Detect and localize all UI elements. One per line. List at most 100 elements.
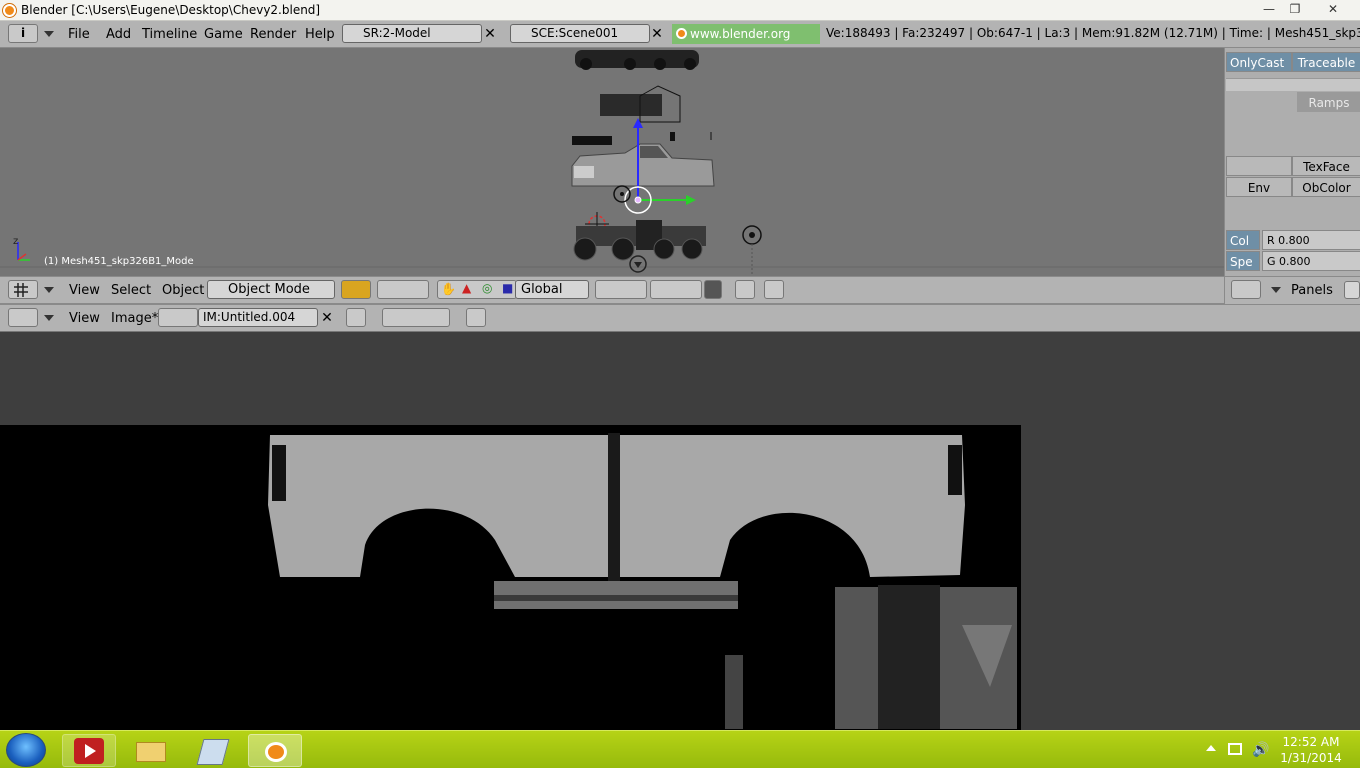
axis-indicator	[17, 242, 30, 261]
start-orb-icon[interactable]	[6, 733, 46, 767]
windows-taskbar: 🔊 12:52 AM 1/31/2014	[0, 730, 1360, 768]
lamp-object	[742, 225, 762, 276]
blender-logo-icon	[265, 742, 287, 762]
menu-file[interactable]: File	[68, 27, 90, 42]
notes-button[interactable]	[186, 734, 240, 767]
play-icon	[85, 744, 96, 758]
editor-type-image-icon[interactable]	[8, 308, 38, 327]
scale-icon[interactable]: ■	[502, 281, 513, 295]
explorer-button[interactable]	[124, 734, 178, 767]
info-icon[interactable]: i	[8, 24, 38, 43]
collapse-arrow-icon[interactable]	[44, 315, 54, 321]
manipulator-icons[interactable]: ✋ ▲ ◎ ■	[437, 280, 517, 299]
panels-menu[interactable]: Panels	[1291, 283, 1333, 298]
blender-site-link[interactable]: www.blender.org 249.2	[672, 24, 820, 61]
3d-viewport[interactable]: z (1) Mesh451_skp326B1_Mode	[0, 48, 1224, 276]
menu-view[interactable]: View	[69, 311, 100, 326]
chassis-part-bottom	[573, 220, 706, 261]
editor-type-icon[interactable]	[1231, 280, 1261, 299]
texture-content	[268, 433, 1017, 729]
green-slider[interactable]: G 0.800	[1262, 251, 1360, 271]
lock-icon[interactable]	[704, 280, 722, 299]
maximize-button[interactable]: ❐	[1282, 1, 1308, 17]
pack-icon[interactable]	[346, 308, 366, 327]
uv-texture-image	[0, 425, 1021, 730]
axis-label: z	[13, 236, 19, 247]
menu-help[interactable]: Help	[305, 27, 335, 42]
menu-image[interactable]: Image*	[111, 311, 158, 326]
truck-body	[571, 143, 715, 187]
editor-type-grid-icon[interactable]	[8, 280, 38, 299]
scene-stats: Ve:188493 | Fa:232497 | Ob:647-1 | La:3 …	[826, 26, 1360, 40]
image-editor-view[interactable]	[0, 332, 1360, 730]
layer-buttons-right[interactable]	[650, 280, 702, 299]
rotate-icon[interactable]: ◎	[482, 281, 492, 295]
layer-buttons-left[interactable]	[595, 280, 647, 299]
empty-toggle[interactable]	[1226, 156, 1292, 176]
speaker-icon[interactable]: 🔊	[1252, 742, 1269, 758]
screen-delete-button[interactable]: ✕	[483, 25, 497, 44]
pivot-snap-icons[interactable]	[377, 280, 429, 299]
collapse-arrow-icon[interactable]	[1271, 287, 1281, 293]
collapse-arrow-icon[interactable]	[44, 287, 54, 293]
menu-game[interactable]: Game	[204, 27, 243, 42]
lock-icon[interactable]	[466, 308, 486, 327]
menu-object[interactable]: Object	[162, 283, 204, 298]
menu-select[interactable]: Select	[111, 283, 151, 298]
col-button[interactable]: Col	[1226, 230, 1260, 250]
draw-type-icon[interactable]	[341, 280, 371, 299]
bumper-part	[572, 136, 612, 145]
system-clock[interactable]: 12:52 AM 1/31/2014	[1276, 734, 1346, 766]
shading-icon[interactable]	[1344, 281, 1360, 299]
ramps-tab[interactable]: Ramps	[1297, 92, 1360, 112]
obcolor-toggle[interactable]: ObColor	[1292, 177, 1360, 197]
red-slider[interactable]: R 0.800	[1262, 230, 1360, 250]
image-name-field[interactable]: IM:Untitled.004	[198, 308, 318, 327]
menu-view[interactable]: View	[69, 283, 100, 298]
blender-logo-icon	[3, 4, 16, 17]
viewport-object-info: (1) Mesh451_skp326B1_Mode	[44, 256, 194, 267]
show-hidden-icons[interactable]	[1206, 745, 1216, 751]
viewport-scene	[0, 50, 1224, 276]
minimize-button[interactable]: —	[1256, 1, 1282, 17]
translate-icon[interactable]: ▲	[462, 281, 471, 295]
paint-tool-icons[interactable]	[382, 308, 450, 327]
media-player-button[interactable]	[62, 734, 116, 767]
buttons-panel: OnlyCast Traceable Ramps TexFace Env ObC…	[1224, 48, 1360, 276]
folder-icon	[136, 742, 166, 762]
render-icon[interactable]	[764, 280, 784, 299]
menu-add[interactable]: Add	[106, 27, 131, 42]
traceable-toggle[interactable]: Traceable	[1292, 52, 1360, 72]
collapse-arrow-icon[interactable]	[44, 31, 54, 37]
blender-taskbar-button[interactable]	[248, 734, 302, 767]
cab-part	[600, 85, 681, 123]
env-toggle[interactable]: Env	[1226, 177, 1292, 197]
document-icon	[196, 739, 230, 765]
clock-date: 1/31/2014	[1280, 751, 1342, 765]
orientation-selector[interactable]: Global	[515, 280, 589, 299]
window-title: Blender [C:\Users\Eugene\Desktop\Chevy2.…	[21, 3, 321, 17]
clock-time: 12:52 AM	[1282, 735, 1340, 749]
image-browse-icon[interactable]	[158, 308, 198, 327]
menu-render[interactable]: Render	[250, 27, 296, 42]
image-editor-header: View Image* IM:Untitled.004 ✕	[0, 304, 1360, 332]
network-icon[interactable]	[1228, 743, 1242, 755]
menu-timeline[interactable]: Timeline	[142, 27, 197, 42]
panel-divider	[1226, 78, 1360, 91]
buttons-header: Panels	[1224, 276, 1360, 304]
close-button[interactable]: ✕	[1320, 1, 1346, 17]
blender-logo-icon	[676, 28, 687, 39]
hand-icon[interactable]: ✋	[441, 282, 456, 296]
scene-delete-button[interactable]: ✕	[650, 25, 664, 44]
window-titlebar: Blender [C:\Users\Eugene\Desktop\Chevy2.…	[0, 0, 1360, 21]
screen-selector[interactable]: SR:2-Model	[342, 24, 482, 43]
spe-button[interactable]: Spe	[1226, 251, 1260, 271]
onlycast-toggle[interactable]: OnlyCast	[1226, 52, 1292, 72]
3d-view-header: View Select Object Object Mode ✋ ▲ ◎ ■ G…	[0, 276, 1224, 304]
image-unlink-button[interactable]: ✕	[320, 309, 334, 328]
mode-selector[interactable]: Object Mode	[207, 280, 335, 299]
chassis-part-top	[575, 50, 699, 70]
scene-selector[interactable]: SCE:Scene001	[510, 24, 650, 43]
snap-icon[interactable]	[735, 280, 755, 299]
texface-toggle[interactable]: TexFace	[1292, 156, 1360, 176]
